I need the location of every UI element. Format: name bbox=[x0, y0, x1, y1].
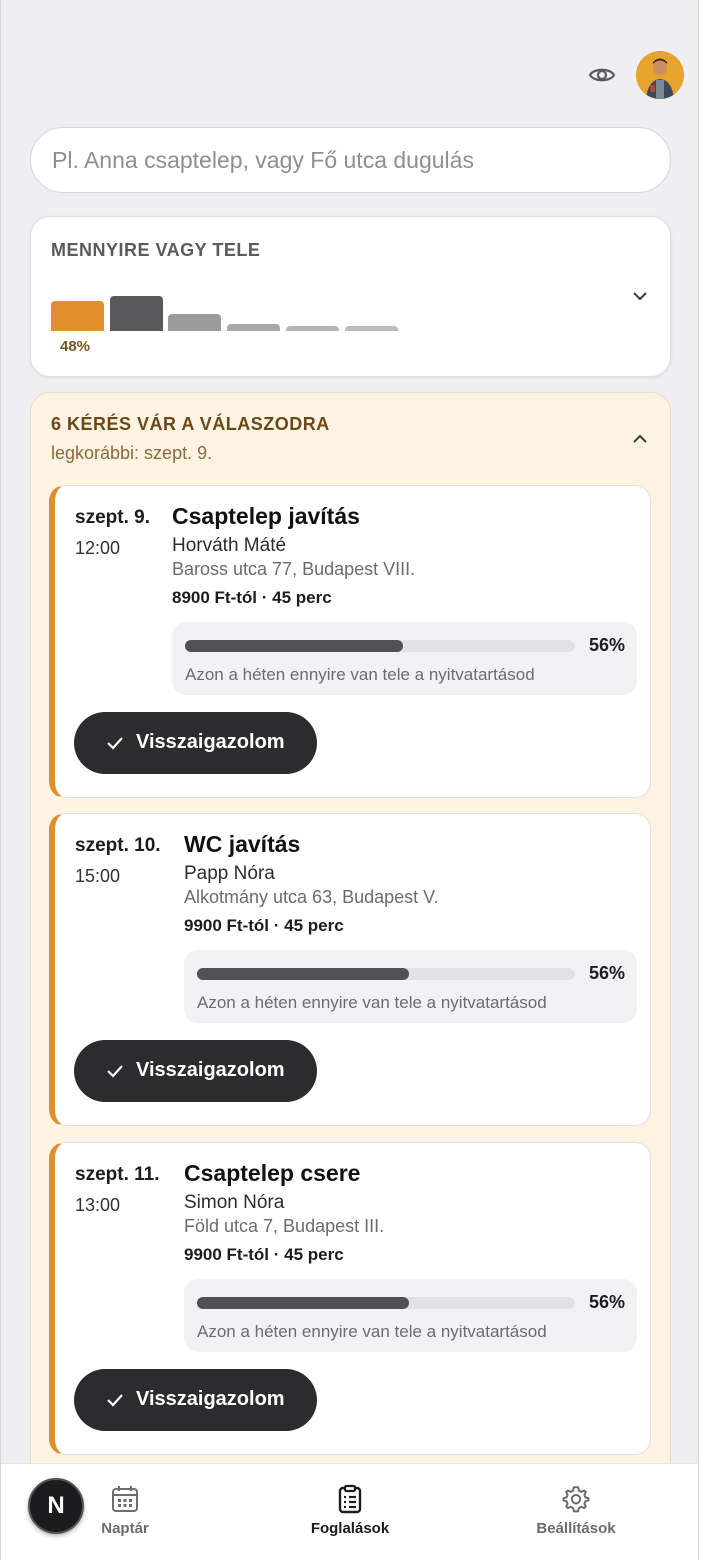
week-fill-bar bbox=[197, 968, 409, 980]
week-fill-percent: 56% bbox=[588, 963, 625, 983]
nav-item-calendar[interactable]: Naptár bbox=[55, 1484, 195, 1537]
confirm-button-label: Visszaigazolom bbox=[136, 1388, 285, 1410]
check-icon bbox=[107, 1065, 123, 1078]
chevron-down-icon[interactable] bbox=[629, 285, 651, 307]
bottom-nav: N Naptár Foglalások Beállítások bbox=[1, 1463, 698, 1560]
nav-label-calendar: Naptár bbox=[101, 1520, 149, 1537]
capacity-title: MENNYIRE VAGY TELE bbox=[51, 240, 261, 260]
request-card[interactable]: szept. 9. 12:00 Csaptelep javítás Horváth M… bbox=[49, 485, 651, 798]
week-fill-bar bbox=[185, 640, 403, 652]
top-bar bbox=[1, 50, 698, 100]
confirm-button[interactable]: Visszaigazolom bbox=[74, 712, 317, 774]
request-service: Csaptelep javítás bbox=[172, 503, 360, 529]
week-fill-bar bbox=[197, 1297, 409, 1309]
confirm-button-label: Visszaigazolom bbox=[136, 731, 285, 753]
request-time: 15:00 bbox=[75, 866, 121, 886]
clipboard-list-icon bbox=[338, 1484, 362, 1514]
week-fill-track bbox=[197, 968, 575, 980]
nav-item-bookings[interactable]: Foglalások bbox=[280, 1484, 420, 1537]
capacity-bar-3 bbox=[168, 314, 222, 331]
confirm-button-label: Visszaigazolom bbox=[136, 1059, 285, 1081]
request-address: Föld utca 7, Budapest III. bbox=[184, 1216, 385, 1236]
capacity-bar-2 bbox=[109, 296, 163, 331]
request-service: WC javítás bbox=[184, 831, 301, 857]
check-icon bbox=[107, 1394, 123, 1407]
capacity-bar-5 bbox=[285, 326, 339, 331]
capacity-percent: 48% bbox=[60, 338, 91, 355]
pending-requests-subtitle: legkorábbi: szept. 9. bbox=[51, 443, 213, 463]
check-icon bbox=[107, 737, 123, 750]
confirm-button[interactable]: Visszaigazolom bbox=[74, 1040, 317, 1102]
request-card[interactable]: szept. 10. 15:00 WC javítás Papp Nóra Alkotm… bbox=[49, 813, 651, 1126]
request-date: szept. 9. bbox=[75, 507, 150, 528]
request-price: 9900 Ft-tól · 45 perc bbox=[184, 916, 344, 935]
calendar-icon bbox=[112, 1486, 138, 1512]
week-fill-percent: 56% bbox=[588, 1292, 625, 1312]
pending-requests-title: 6 KÉRÉS VÁR A VÁLASZODRA bbox=[51, 414, 330, 434]
request-time: 13:00 bbox=[75, 1195, 121, 1215]
request-customer: Papp Nóra bbox=[184, 863, 275, 884]
week-fill-meter: 56% Azon a héten ennyire van tele a nyitv… bbox=[184, 950, 637, 1023]
search-input[interactable] bbox=[30, 127, 671, 193]
capacity-bars bbox=[51, 295, 411, 331]
chevron-up-icon[interactable] bbox=[629, 428, 651, 450]
week-fill-track bbox=[185, 640, 575, 652]
capacity-bar-1 bbox=[51, 301, 104, 331]
week-fill-caption: Azon a héten ennyire van tele a nyitvata… bbox=[185, 665, 535, 684]
week-fill-meter: 56% Azon a héten ennyire van tele a nyitv… bbox=[184, 1279, 637, 1352]
app-screen: MENNYIRE VAGY TELE 48% 6 KÉRÉS VÁR A VÁL… bbox=[0, 0, 699, 1560]
request-customer: Simon Nóra bbox=[184, 1192, 285, 1213]
request-service: Csaptelep csere bbox=[184, 1160, 361, 1186]
request-date: szept. 11. bbox=[75, 1164, 160, 1185]
confirm-button[interactable]: Visszaigazolom bbox=[74, 1369, 317, 1431]
week-fill-caption: Azon a héten ennyire van tele a nyitvata… bbox=[197, 993, 547, 1012]
request-customer: Horváth Máté bbox=[172, 535, 287, 556]
eye-icon[interactable] bbox=[586, 60, 618, 90]
capacity-bar-4 bbox=[227, 324, 281, 331]
request-address: Baross utca 77, Budapest VIII. bbox=[172, 559, 416, 579]
week-fill-percent: 56% bbox=[588, 635, 625, 655]
request-date: szept. 10. bbox=[75, 835, 161, 856]
week-fill-caption: Azon a héten ennyire van tele a nyitvata… bbox=[197, 1322, 547, 1341]
request-address: Alkotmány utca 63, Budapest V. bbox=[184, 887, 439, 907]
capacity-bar-6 bbox=[344, 326, 398, 331]
nav-label-settings: Beállítások bbox=[536, 1520, 616, 1537]
request-time: 12:00 bbox=[75, 538, 121, 558]
week-fill-track bbox=[197, 1297, 575, 1309]
capacity-card[interactable]: MENNYIRE VAGY TELE 48% bbox=[30, 216, 671, 377]
gear-icon bbox=[562, 1486, 590, 1513]
user-avatar[interactable] bbox=[636, 51, 684, 99]
request-price: 9900 Ft-tól · 45 perc bbox=[184, 1245, 344, 1264]
request-card[interactable]: szept. 11. 13:00 Csaptelep csere Simon Nóra… bbox=[49, 1142, 651, 1455]
week-fill-meter: 56% Azon a héten ennyire van tele a nyitv… bbox=[172, 622, 637, 695]
nav-label-bookings: Foglalások bbox=[310, 1520, 390, 1537]
request-price: 8900 Ft-tól · 45 perc bbox=[172, 588, 332, 607]
nav-item-settings[interactable]: Beállítások bbox=[506, 1484, 646, 1537]
